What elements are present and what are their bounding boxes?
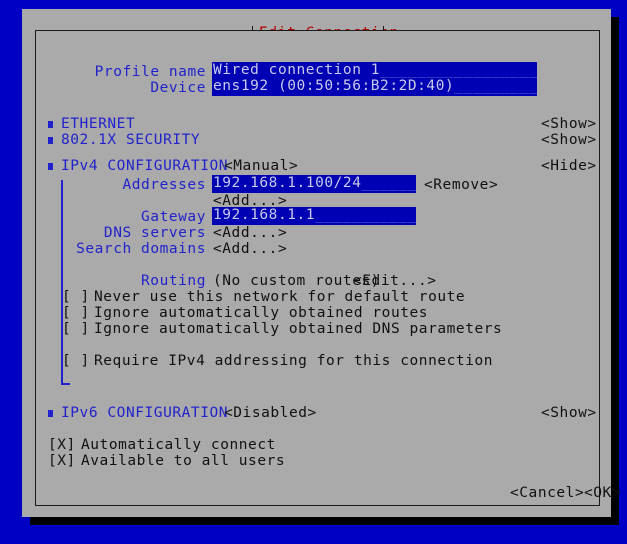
profile-name-label: Profile name	[94, 64, 206, 80]
checkbox-mark-available-all-users[interactable]: [X]	[48, 453, 76, 469]
section-bullet-icon-ethernet	[48, 121, 53, 128]
checkbox-label-ignore-auto-routes[interactable]: Ignore automatically obtained routes	[94, 305, 428, 321]
section-toggle-ipv6[interactable]: <Show>	[541, 405, 597, 421]
gateway-value: 192.168.1.1	[213, 207, 316, 223]
routing-edit-button[interactable]: <Edit...>	[353, 273, 437, 289]
address-input-0[interactable]: 192.168.1.100/24________	[212, 175, 416, 193]
section-label-ethernet: ETHERNET	[61, 116, 136, 132]
checkbox-label-automatically-connect[interactable]: Automatically connect	[81, 437, 276, 453]
section-toggle-security[interactable]: <Show>	[541, 132, 597, 148]
ok-button[interactable]: <OK>	[584, 485, 621, 501]
section-bullet-icon-ipv6	[48, 410, 53, 417]
device-value: ens192 (00:50:56:B2:2D:40)	[213, 78, 455, 94]
address-remove-button-0[interactable]: <Remove>	[424, 177, 498, 193]
checkbox-mark-ignore-auto-dns[interactable]: [ ]	[62, 321, 90, 337]
section-toggle-ethernet[interactable]: <Show>	[541, 116, 597, 132]
section-label-ipv6: IPv6 CONFIGURATION	[61, 405, 229, 421]
search-domains-add-button[interactable]: <Add...>	[213, 241, 287, 257]
gateway-label: Gateway	[141, 209, 206, 225]
checkbox-mark-never-default-route[interactable]: [ ]	[62, 289, 90, 305]
profile-name-value: Wired connection 1	[213, 62, 381, 78]
device-fill: ____________	[454, 78, 537, 94]
checkbox-mark-automatically-connect[interactable]: [X]	[48, 437, 76, 453]
addresses-label: Addresses	[122, 177, 206, 193]
section-bullet-icon-ipv4	[48, 163, 53, 170]
gateway-input[interactable]: 192.168.1.1____________	[212, 207, 416, 225]
ipv6-mode-select[interactable]: <Disabled>	[224, 405, 317, 421]
section-toggle-ipv4[interactable]: <Hide>	[541, 158, 597, 174]
ipv4-mode-select[interactable]: <Manual>	[224, 158, 298, 174]
address-value-0: 192.168.1.100/24	[213, 175, 362, 191]
checkbox-label-require-ipv4[interactable]: Require IPv4 addressing for this connect…	[94, 353, 493, 369]
edit-connection-dialog: Edit Connection Profile name Wired conne…	[22, 9, 621, 517]
section-label-security: 802.1X SECURITY	[61, 132, 201, 148]
checkbox-mark-require-ipv4[interactable]: [ ]	[62, 353, 90, 369]
address-fill-0: ________	[361, 175, 416, 191]
section-bullet-icon-security	[48, 137, 53, 144]
dialog-body: Profile name Wired connection 1_________…	[35, 30, 621, 506]
routing-label: Routing	[141, 273, 206, 289]
dns-servers-add-button[interactable]: <Add...>	[213, 225, 287, 241]
cancel-button[interactable]: <Cancel>	[510, 485, 584, 501]
device-label: Device	[150, 80, 206, 96]
profile-name-fill: ____________________	[380, 62, 537, 78]
device-input[interactable]: ens192 (00:50:56:B2:2D:40)____________	[212, 78, 537, 96]
dns-servers-label: DNS servers	[103, 225, 206, 241]
checkbox-label-available-all-users[interactable]: Available to all users	[81, 453, 285, 469]
search-domains-label: Search domains	[76, 241, 206, 257]
checkbox-label-ignore-auto-dns[interactable]: Ignore automatically obtained DNS parame…	[94, 321, 502, 337]
gateway-fill: ____________	[315, 207, 416, 223]
section-label-ipv4: IPv4 CONFIGURATION	[61, 158, 229, 174]
checkbox-label-never-default-route[interactable]: Never use this network for default route	[94, 289, 465, 305]
checkbox-mark-ignore-auto-routes[interactable]: [ ]	[62, 305, 90, 321]
